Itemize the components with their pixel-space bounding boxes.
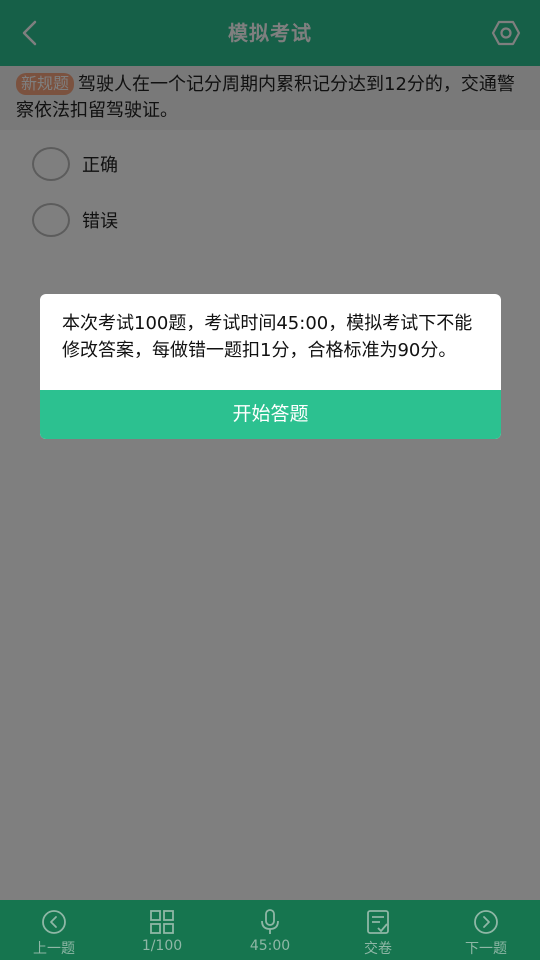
dialog-message: 本次考试100题，考试时间45:00，模拟考试下不能修改答案，每做错一题扣1分，…: [62, 313, 473, 361]
tab-label: 1/100: [141, 938, 183, 954]
voice-timer-button[interactable]: 45:00: [216, 900, 324, 960]
submit-exam-button[interactable]: 交卷: [324, 900, 432, 960]
tab-label: 上一题: [33, 941, 75, 957]
submit-paper-icon: [367, 910, 389, 934]
circle-chevron-right-icon: [474, 910, 498, 934]
question-grid-button[interactable]: 1/100: [108, 900, 216, 960]
grid-icon: [150, 910, 174, 934]
prev-question-button[interactable]: 上一题: [0, 900, 108, 960]
next-question-button[interactable]: 下一题: [432, 900, 540, 960]
tab-label: 下一题: [465, 941, 507, 957]
exam-info-dialog: 本次考试100题，考试时间45:00，模拟考试下不能修改答案，每做错一题扣1分，…: [40, 294, 501, 439]
bottom-toolbar: 上一题 1/100 45:00 交卷 下一题: [0, 900, 540, 960]
microphone-icon: [261, 909, 279, 934]
circle-chevron-left-icon: [42, 910, 66, 934]
start-exam-button[interactable]: 开始答题: [40, 390, 501, 439]
modal-overlay: [0, 0, 540, 960]
tab-label: 45:00: [249, 938, 291, 954]
tab-label: 交卷: [364, 941, 392, 957]
